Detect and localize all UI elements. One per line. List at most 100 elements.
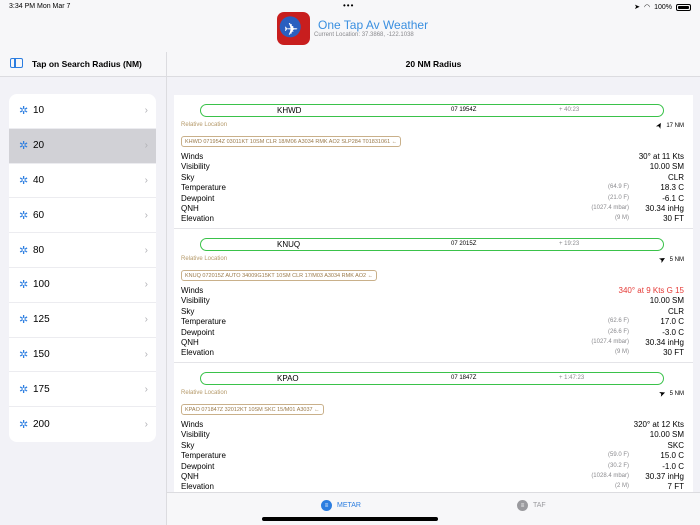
radius-item[interactable]: ✲ 125 › [9, 303, 156, 338]
row-label: Sky [181, 172, 195, 182]
row-label: Visibility [181, 430, 210, 440]
gear-icon: ✲ [19, 209, 29, 222]
tab-taf[interactable]: ≡ TAF [517, 500, 546, 511]
row-label: Visibility [181, 296, 210, 306]
distance: ➤ 5 NM [658, 388, 684, 399]
row-label: Elevation [181, 482, 214, 492]
station-list[interactable]: KHWD 07 1954Z + 40:23 Relative Location ➤ 17 … [174, 95, 693, 492]
gear-icon: ✲ [19, 314, 29, 327]
row-value: 10.00 SM [649, 430, 684, 440]
raw-metar[interactable]: KPAO 071847Z 32012KT 10SM SKC 15/M01 A30… [181, 404, 324, 415]
gear-icon: ✲ [19, 348, 29, 361]
weather-row: Elevation (9 M) 30 FT [181, 348, 684, 358]
chevron-right-icon: › [144, 348, 148, 360]
raw-metar[interactable]: KNUQ 072015Z AUTO 34009G15KT 10SM CLR 17… [181, 270, 378, 281]
row-label: Temperature [181, 451, 226, 461]
radius-item[interactable]: ✲ 100 › [9, 268, 156, 303]
radius-item[interactable]: ✲ 175 › [9, 372, 156, 408]
observation-age: + 1:47:23 [559, 375, 585, 381]
station-bar[interactable]: KPAO 07 1847Z + 1:47:23 [200, 372, 664, 385]
weather-row: Winds 320° at 12 Kts [181, 420, 684, 430]
row-label: Visibility [181, 162, 210, 172]
chevron-right-icon: › [144, 279, 148, 291]
row-label: Dewpoint [181, 193, 215, 203]
direction-arrow-icon: ➤ [653, 120, 665, 131]
row-value: 10.00 SM [649, 162, 684, 172]
radius-item[interactable]: ✲ 60 › [9, 198, 156, 234]
weather-row: Winds 30° at 11 Kts [181, 152, 684, 162]
row-value: -6.1 C [662, 193, 684, 203]
home-indicator[interactable] [262, 517, 438, 521]
weather-row: QNH (1027.4 mbar) 30.34 inHg [181, 338, 684, 348]
row-value: SKC [667, 440, 684, 450]
row-label: Dewpoint [181, 327, 215, 337]
distance-value: 5 NM [669, 390, 684, 397]
status-time: 3:34 PM [9, 3, 36, 10]
observation-time: 07 2015Z [451, 241, 477, 247]
row-value: 30.37 inHg [645, 471, 684, 481]
radius-item[interactable]: ✲ 40 › [9, 164, 156, 199]
current-location: Current Location: 37.3868, -122.1038 [314, 32, 414, 38]
station-card[interactable]: KHWD 07 1954Z + 40:23 Relative Location ➤ 17 … [174, 95, 693, 229]
battery-percent: 100% [654, 3, 672, 11]
row-secondary: (62.6 F) [607, 318, 629, 325]
row-secondary: (59.0 F) [607, 452, 629, 459]
radius-item[interactable]: ✲ 200 › [9, 407, 156, 442]
weather-rows: Winds 320° at 12 Kts Visibility 10.00 SM Sky… [181, 420, 684, 492]
radius-item[interactable]: ✲ 10 › [9, 94, 156, 129]
row-label: Winds [181, 420, 204, 429]
observation-age: + 19:23 [559, 241, 580, 247]
weather-row: Sky CLR [181, 173, 684, 183]
row-label: QNH [181, 337, 199, 347]
gear-icon: ✲ [19, 279, 29, 292]
row-secondary: (2 M) [615, 483, 629, 490]
distance: ➤ 5 NM [657, 253, 684, 266]
weather-row: Elevation (2 M) 7 FT [181, 482, 684, 492]
direction-arrow-icon: ➤ [657, 253, 668, 266]
relative-location-label: Relative Location [181, 256, 228, 262]
radius-item[interactable]: ✲ 80 › [9, 233, 156, 268]
weather-row: Visibility 10.00 SM [181, 162, 684, 172]
station-card[interactable]: KPAO 07 1847Z + 1:47:23 Relative Location ➤ 5… [174, 363, 693, 492]
row-value: 30 FT [663, 348, 684, 358]
raw-metar[interactable]: KHWD 071954Z 03011KT 10SM CLR 18/M06 A30… [181, 136, 402, 147]
weather-row: QNH (1027.4 mbar) 30.34 inHg [181, 204, 684, 214]
radius-item[interactable]: ✲ 150 › [9, 338, 156, 373]
row-secondary: (9 M) [615, 215, 629, 222]
detail-title: 20 NM Radius [405, 59, 462, 69]
distance-value: 17 NM [666, 122, 684, 129]
radius-label: 150 [33, 348, 50, 360]
gear-icon: ✲ [19, 419, 29, 432]
station-bar[interactable]: KHWD 07 1954Z + 40:23 [200, 104, 664, 117]
sidebar-title: Tap on Search Radius (NM) [32, 59, 142, 69]
station-bar[interactable]: KNUQ 07 2015Z + 19:23 [200, 238, 664, 251]
tab-taf-label: TAF [533, 502, 546, 509]
gear-icon: ✲ [19, 140, 29, 153]
multitask-dots-icon[interactable]: ••• [343, 1, 354, 10]
battery-icon [676, 3, 691, 11]
observation-time: 07 1847Z [451, 375, 477, 381]
row-label: Elevation [181, 214, 214, 224]
chevron-right-icon: › [144, 174, 148, 186]
list-icon: ≡ [321, 500, 332, 511]
radius-label: 20 [33, 140, 45, 152]
radius-label: 200 [33, 419, 50, 431]
wifi-icon: ◠ [643, 4, 651, 11]
row-value: 30° at 11 Kts [638, 152, 684, 161]
chevron-right-icon: › [144, 105, 148, 117]
row-value: -1.0 C [662, 461, 684, 471]
station-card[interactable]: KNUQ 07 2015Z + 19:23 Relative Location ➤ 5 N… [174, 229, 693, 363]
radius-list: ✲ 10 › ✲ 20 › ✲ 40 › ✲ 60 › ✲ 80 › ✲ 100 › ✲ 125 › ✲ 150 › ✲ 175 ›… [9, 94, 156, 442]
row-secondary: (21.0 F) [607, 194, 629, 201]
airplane-icon: ✈ [284, 20, 299, 39]
weather-row: Visibility 10.00 SM [181, 296, 684, 306]
row-value: 15.0 C [660, 451, 684, 461]
gear-icon: ✲ [19, 244, 29, 257]
radius-item[interactable]: ✲ 20 › [9, 128, 156, 164]
sidebar-toggle-icon[interactable] [10, 58, 23, 68]
station-id: KPAO [277, 374, 299, 383]
weather-row: Sky CLR [181, 307, 684, 317]
tab-metar[interactable]: ≡ METAR [321, 500, 361, 511]
radius-label: 80 [33, 244, 45, 256]
tab-metar-label: METAR [337, 502, 361, 509]
